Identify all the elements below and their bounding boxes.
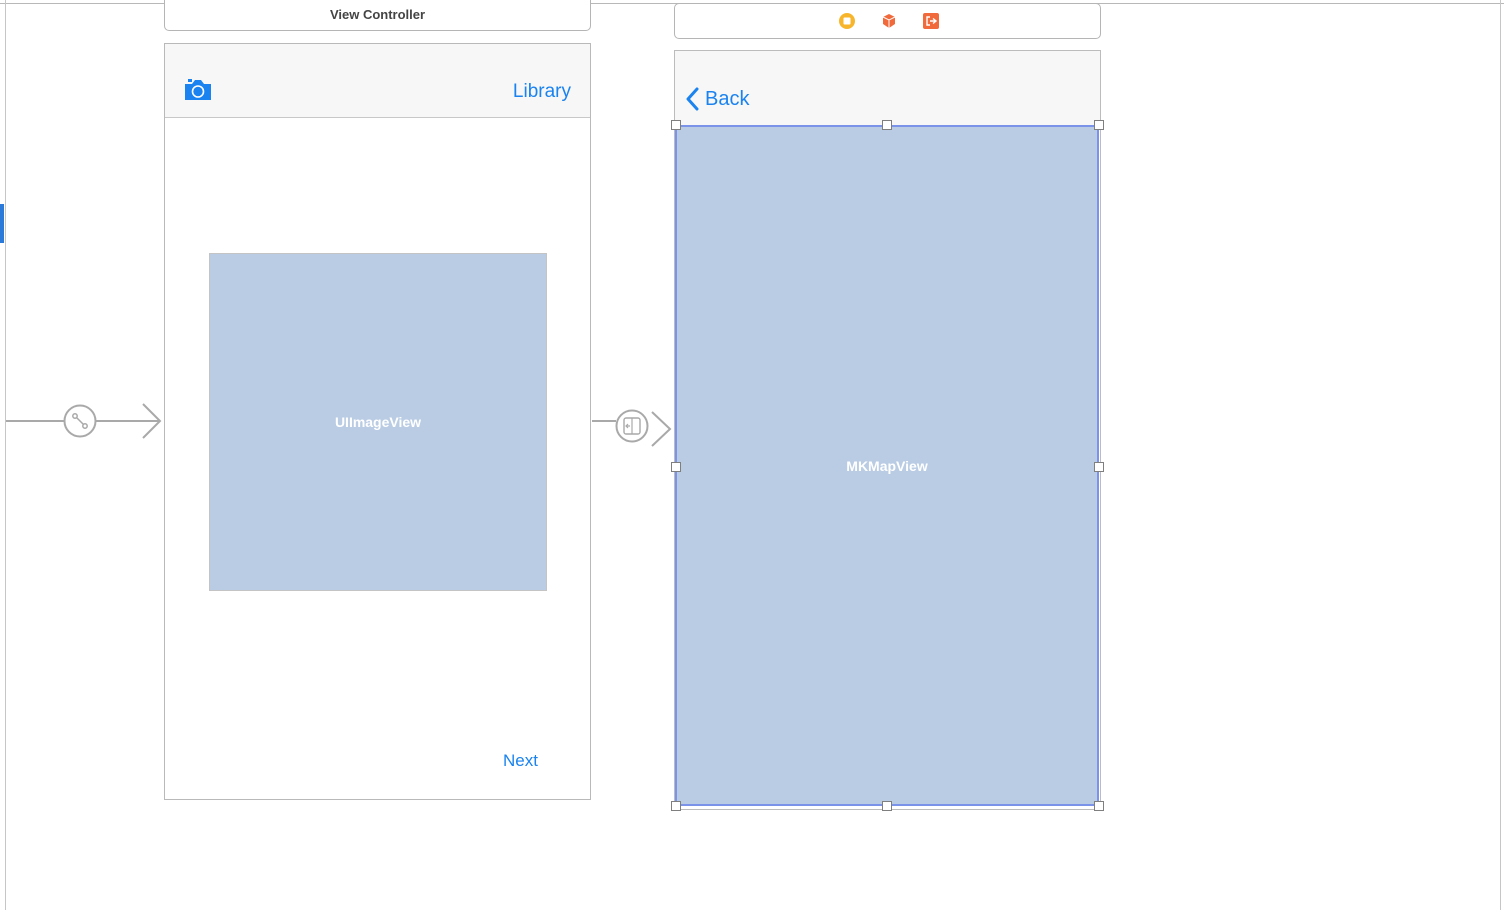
segue-show-icon[interactable] — [615, 409, 649, 443]
segue-link-icon[interactable] — [63, 404, 97, 438]
segue-layer — [6, 403, 672, 447]
